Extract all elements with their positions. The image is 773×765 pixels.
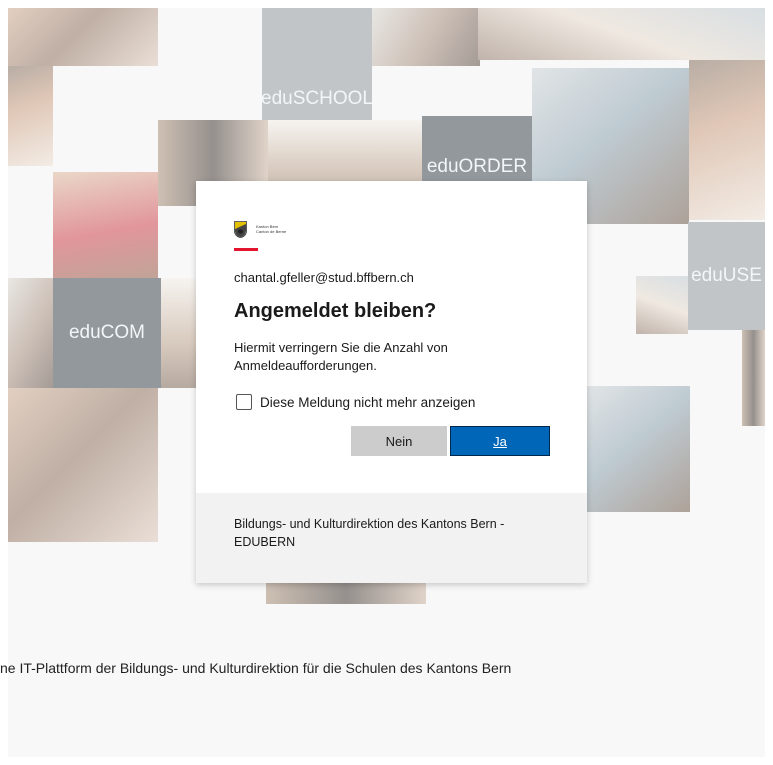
logo-accent-bar [234,248,258,251]
account-email: chantal.gfeller@stud.bffbern.ch [234,270,414,285]
bern-crest-icon [234,221,247,238]
dont-show-again-label[interactable]: Diese Meldung nicht mehr anzeigen [260,395,475,410]
organization-name: Bildungs- und Kulturdirektion des Kanton… [234,517,505,549]
kanton-bern-logo: Kanton Bern Canton de Berne [234,221,286,238]
dont-show-again-option[interactable]: Diese Meldung nicht mehr anzeigen [236,394,475,410]
logo-line-2: Canton de Berne [256,229,287,234]
dialog-description: Hiermit verringern Sie die Anzahl von An… [234,340,448,373]
stay-signed-in-dialog: Kanton Bern Canton de Berne chantal.gfel… [196,181,587,583]
yes-button[interactable]: Ja [450,426,550,456]
dialog-footer: Bildungs- und Kulturdirektion des Kanton… [196,493,587,583]
no-button[interactable]: Nein [351,426,447,456]
dont-show-again-checkbox[interactable] [236,394,252,410]
dialog-title: Angemeldet bleiben? [234,300,437,322]
